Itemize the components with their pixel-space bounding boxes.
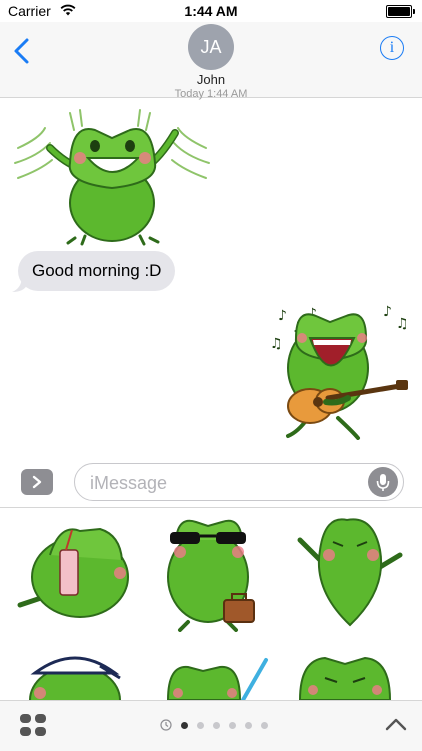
chevron-up-icon[interactable] bbox=[384, 714, 408, 734]
info-icon[interactable]: i bbox=[380, 36, 404, 60]
page-dot[interactable] bbox=[213, 721, 220, 729]
chevron-right-icon bbox=[32, 475, 42, 489]
message-input-placeholder: iMessage bbox=[90, 473, 168, 493]
conversation-header: JA John i bbox=[0, 22, 422, 98]
status-bar: Carrier 1:44 AM bbox=[0, 0, 422, 22]
drawer-sticker-frog-grumpy[interactable] bbox=[295, 648, 395, 700]
drawer-sticker-frog-sunglasses[interactable] bbox=[158, 512, 268, 632]
page-dot[interactable] bbox=[229, 721, 236, 729]
frog-sticker-guitar[interactable]: ♪♫♪ ♫♪♫ bbox=[258, 298, 413, 440]
frog-sticker-waving[interactable] bbox=[10, 108, 215, 248]
drawer-sticker-frog-kiss[interactable] bbox=[295, 510, 405, 635]
recents-clock-icon[interactable] bbox=[160, 719, 172, 731]
drawer-sticker-frog-drink[interactable] bbox=[10, 515, 135, 625]
svg-text:♫: ♫ bbox=[270, 336, 283, 352]
battery-icon bbox=[386, 5, 415, 18]
app-drawer-toggle-button[interactable] bbox=[21, 469, 53, 495]
drawer-sticker-frog-sailor[interactable] bbox=[20, 648, 130, 700]
received-message-bubble[interactable]: Good morning :D bbox=[18, 251, 176, 291]
page-dot[interactable] bbox=[245, 721, 252, 729]
clock-time: 1:44 AM bbox=[184, 3, 238, 19]
page-dot[interactable] bbox=[261, 721, 268, 729]
page-dot[interactable] bbox=[197, 721, 204, 729]
drawer-sticker-frog-stick[interactable] bbox=[158, 655, 278, 700]
page-dot-active[interactable] bbox=[181, 721, 188, 729]
message-timestamp: Today 1:44 AM bbox=[174, 88, 248, 100]
contact-name[interactable]: John bbox=[0, 72, 422, 87]
app-grid-icon[interactable] bbox=[18, 712, 48, 738]
avatar[interactable]: JA bbox=[188, 24, 234, 70]
svg-text:♪: ♪ bbox=[383, 304, 392, 320]
microphone-button[interactable] bbox=[368, 467, 398, 497]
chevron-left-icon[interactable] bbox=[10, 36, 34, 66]
microphone-icon bbox=[376, 474, 390, 491]
svg-text:♪: ♪ bbox=[278, 308, 287, 324]
svg-text:♫: ♫ bbox=[396, 316, 409, 332]
page-indicator[interactable] bbox=[160, 718, 268, 732]
